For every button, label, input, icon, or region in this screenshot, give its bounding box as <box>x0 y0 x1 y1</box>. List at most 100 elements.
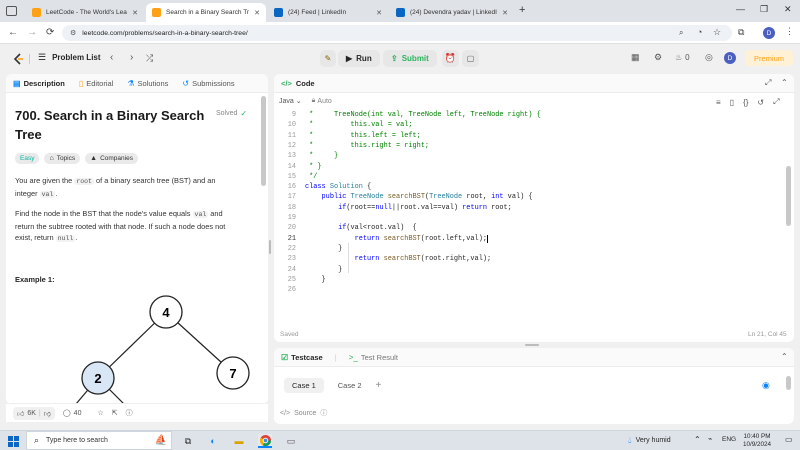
site-info-icon[interactable]: ⚙ <box>70 29 76 37</box>
auto-mode-toggle[interactable]: 🔒︎ Auto <box>312 97 332 105</box>
close-tab-icon[interactable]: ✕ <box>502 9 508 17</box>
url-bar[interactable]: ⚙ leetcode.com/problems/search-in-a-bina… <box>62 25 732 41</box>
browser-tab-linkedin-feed[interactable]: (24) Feed | LinkedIn ✕ <box>268 3 388 22</box>
language-select[interactable]: Java ⌄ <box>279 97 302 106</box>
browser-menu-icon[interactable]: ⋮ <box>785 26 794 37</box>
timer-icon[interactable]: ⏰ <box>442 50 459 67</box>
streak-counter[interactable]: ♨ 0 <box>675 53 690 62</box>
help-icon[interactable]: ⓘ <box>320 408 327 418</box>
comments-button[interactable]: ◯ 40 <box>63 409 82 418</box>
close-tab-icon[interactable]: ✕ <box>132 9 138 17</box>
coin-icon[interactable]: ◎ <box>705 52 713 63</box>
close-tab-icon[interactable]: ✕ <box>254 9 260 17</box>
tab-solutions[interactable]: ⚗ Solutions <box>127 79 168 88</box>
tab-description[interactable]: ▤ Description <box>13 79 65 88</box>
layout-icon[interactable]: ▦ <box>631 52 640 63</box>
close-window-icon[interactable]: ✕ <box>784 4 792 15</box>
notes-icon[interactable]: ▢ <box>462 50 479 67</box>
add-case-icon[interactable]: + <box>376 380 382 391</box>
performance-icon[interactable]: ◔ <box>697 27 702 37</box>
new-tab-icon[interactable]: + <box>519 4 525 16</box>
debug-icon[interactable]: ✎ <box>320 50 336 67</box>
extensions-icon[interactable]: ⧉ <box>738 27 744 38</box>
minimize-icon[interactable]: — <box>736 4 745 14</box>
task-view-icon[interactable]: ⧉ <box>181 434 195 448</box>
share-icon[interactable]: ⇱ <box>112 409 118 417</box>
code-line: 22 } <box>274 244 343 254</box>
premium-button[interactable]: Premium <box>745 50 793 66</box>
app-window-icon[interactable]: ▭ <box>284 434 298 448</box>
leetcode-header: ☰ Problem List ‹ › ⤮ ✎ ▶ Run ⇪ Submit ⏰ … <box>0 44 800 73</box>
close-tab-icon[interactable]: ✕ <box>376 9 382 17</box>
panel-resize-handle[interactable] <box>269 240 271 254</box>
auto-label: Auto <box>317 97 332 105</box>
topics-tag[interactable]: ⌂ Topics <box>44 153 81 164</box>
problem-list-button[interactable]: ☰ Problem List <box>38 52 101 63</box>
code-text: public TreeNode searchBST(TreeNode root,… <box>321 193 533 202</box>
code-editor[interactable]: 9 * TreeNode(int val, TreeNode left, Tre… <box>274 110 784 330</box>
favorite-star-icon[interactable]: ☆ <box>97 409 103 417</box>
help-icon[interactable]: ⓘ <box>126 408 133 418</box>
user-avatar[interactable]: D <box>724 52 736 64</box>
case-2-tab[interactable]: Case 2 <box>332 378 368 393</box>
braces-icon[interactable]: {} <box>743 98 748 107</box>
restore-icon[interactable]: ❐ <box>760 4 768 15</box>
code-scrollbar[interactable] <box>786 166 791 226</box>
collapse-icon[interactable]: ⌃ <box>781 352 788 361</box>
file-explorer-icon[interactable]: ▬ <box>232 434 246 448</box>
companies-tag[interactable]: ▲ Companies <box>85 153 138 164</box>
prev-problem-icon[interactable]: ‹ <box>110 52 113 63</box>
eye-icon[interactable]: ◉ <box>762 380 770 391</box>
testcase-panel: ☑ Testcase | >_ Test Result ⌃ Case 1 Cas… <box>274 348 794 424</box>
reload-icon[interactable]: ⟳ <box>46 27 54 38</box>
forward-icon[interactable]: → <box>27 27 37 38</box>
testcase-scrollbar[interactable] <box>786 376 791 390</box>
thumbs-down-icon[interactable]: 👎︎ <box>44 409 51 418</box>
windows-start-icon[interactable] <box>6 434 20 448</box>
reset-icon[interactable]: ↺ <box>757 98 764 107</box>
source-link[interactable]: </> Source ⓘ <box>280 408 327 418</box>
line-number: 12 <box>287 141 296 150</box>
tray-chevron-icon[interactable]: ⌃ <box>694 435 701 444</box>
history-icon: ↺ <box>182 78 190 88</box>
vertical-resize-handle[interactable] <box>525 344 539 346</box>
browser-profile-avatar[interactable]: D <box>763 27 775 39</box>
submit-button[interactable]: ⇪ Submit <box>383 50 437 67</box>
clock[interactable]: 10:40 PM 10/9/2024 <box>743 433 771 449</box>
tab-testcase[interactable]: ☑ Testcase <box>281 353 323 362</box>
back-icon[interactable]: ← <box>8 27 18 38</box>
case-1-tab[interactable]: Case 1 <box>284 378 324 393</box>
shuffle-icon[interactable]: ⤮ <box>146 53 153 64</box>
windows-logo <box>7 435 19 447</box>
weather-widget[interactable]: 💧︎ Very humid <box>628 435 671 446</box>
collapse-icon[interactable]: ⌃ <box>781 78 788 87</box>
tab-editorial[interactable]: ▯ Editorial <box>79 79 114 88</box>
settings-gear-icon[interactable]: ⚙ <box>654 52 662 63</box>
maximize-icon[interactable]: ⤢ <box>765 78 771 88</box>
tab-submissions[interactable]: ↺ Submissions <box>182 79 234 88</box>
bookmark-star-icon[interactable]: ☆ <box>713 27 721 38</box>
browser-tab-leetcode[interactable]: LeetCode - The World's Leading ✕ <box>26 3 144 22</box>
fullscreen-icon[interactable]: ⤢ <box>773 97 779 107</box>
leetcode-logo-icon[interactable] <box>13 53 24 65</box>
zoom-icon[interactable]: ⌕ <box>679 28 683 38</box>
edge-browser-icon[interactable]: ◐ <box>206 434 220 448</box>
taskbar-search[interactable]: ⌕ Type here to search ⛵ <box>26 431 172 450</box>
format-icon[interactable]: ≡ <box>716 98 721 107</box>
tab-test-result[interactable]: >_ Test Result <box>349 353 398 362</box>
fire-icon: ♨ <box>675 53 683 62</box>
description-scrollbar[interactable] <box>261 96 266 186</box>
code-panel-header: </> Code ⤢ ⌃ <box>274 74 794 93</box>
browser-tab-search-bst[interactable]: Search in a Binary Search Tree ✕ <box>146 3 266 22</box>
input-language[interactable]: ENG <box>722 436 736 443</box>
tab-actions-icon[interactable] <box>6 6 17 16</box>
like-button[interactable]: 👍︎ 6K | 👎︎ <box>13 406 55 420</box>
chrome-taskbar-icon[interactable] <box>258 434 272 448</box>
notifications-icon[interactable]: ▭ <box>785 435 793 444</box>
next-problem-icon[interactable]: › <box>130 52 133 63</box>
run-button[interactable]: ▶ Run <box>338 50 380 67</box>
bookmark-icon[interactable]: ▯ <box>730 98 734 107</box>
browser-tab-linkedin-profile[interactable]: (24) Devendra yadav | LinkedIn ✕ <box>390 3 514 22</box>
viking-ship-icon: ⛵ <box>154 435 167 446</box>
network-icon[interactable]: ⌁ <box>708 435 712 443</box>
